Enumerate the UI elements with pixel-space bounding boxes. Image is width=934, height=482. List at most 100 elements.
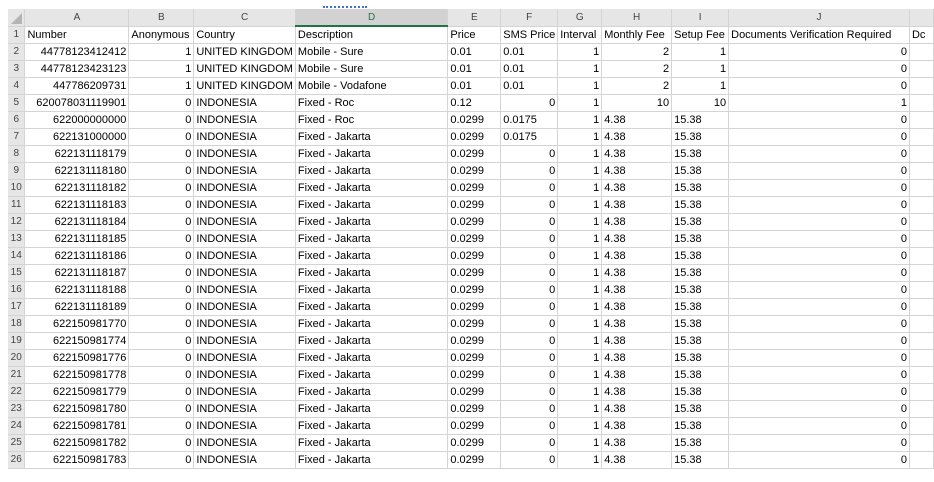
cell-country[interactable]: INDONESIA xyxy=(193,145,296,163)
cell-partial[interactable] xyxy=(909,213,934,231)
cell-monthly-fee[interactable]: 4.38 xyxy=(601,111,673,129)
cell-partial[interactable] xyxy=(909,128,934,146)
cell-monthly-fee[interactable]: 4.38 xyxy=(601,281,673,299)
cell-number[interactable]: 622000000000 xyxy=(24,111,130,129)
cell-country[interactable]: INDONESIA xyxy=(193,196,296,214)
row-header[interactable]: 15 xyxy=(8,264,26,282)
cell-setup-fee[interactable]: 15.38 xyxy=(671,332,730,350)
cell-partial[interactable] xyxy=(909,349,934,367)
cell-country[interactable]: INDONESIA xyxy=(193,281,296,299)
cell-description[interactable]: Fixed - Jakarta xyxy=(295,400,449,418)
cell-partial[interactable] xyxy=(909,451,934,469)
cell-number[interactable]: 622150981781 xyxy=(24,417,130,435)
row-header[interactable]: 7 xyxy=(8,128,26,146)
cell-sms-price[interactable]: 0.01 xyxy=(500,77,559,95)
cell-number[interactable]: 622150981776 xyxy=(24,349,130,367)
cell-documents-verification[interactable]: 0 xyxy=(728,264,910,282)
cell-price[interactable]: 0.0299 xyxy=(447,213,502,231)
cell-anonymous[interactable]: 0 xyxy=(128,128,195,146)
cell-number[interactable]: 622131118187 xyxy=(24,264,130,282)
cell-partial[interactable] xyxy=(909,366,934,384)
cell-documents-verification[interactable]: 0 xyxy=(728,77,910,95)
cell-anonymous[interactable]: 0 xyxy=(128,264,195,282)
cell-anonymous[interactable]: 0 xyxy=(128,451,195,469)
cell-anonymous[interactable]: 1 xyxy=(128,60,195,78)
cell-price[interactable]: 0.0299 xyxy=(447,281,502,299)
cell-anonymous[interactable]: 0 xyxy=(128,349,195,367)
cell-documents-verification[interactable]: 0 xyxy=(728,111,910,129)
cell-partial[interactable] xyxy=(909,43,934,61)
cell-setup-fee[interactable]: 15.38 xyxy=(671,162,730,180)
cell-documents-verification[interactable]: 0 xyxy=(728,383,910,401)
cell-interval[interactable]: 1 xyxy=(557,264,603,282)
row-header[interactable]: 3 xyxy=(8,60,26,78)
cell-setup-fee[interactable]: 15.38 xyxy=(671,298,730,316)
cell-number[interactable]: 447786209731 xyxy=(24,77,130,95)
column-header-b[interactable]: B xyxy=(128,9,195,27)
cell-interval[interactable]: 1 xyxy=(557,43,603,61)
cell-country[interactable]: UNITED KINGDOM xyxy=(193,77,296,95)
row-header[interactable]: 14 xyxy=(8,247,26,265)
row-header[interactable]: 18 xyxy=(8,315,26,333)
cell-description[interactable]: Fixed - Jakarta xyxy=(295,196,449,214)
row-header[interactable]: 12 xyxy=(8,213,26,231)
cell-documents-verification[interactable]: 0 xyxy=(728,230,910,248)
cell-anonymous[interactable]: 0 xyxy=(128,417,195,435)
cell-interval[interactable]: 1 xyxy=(557,60,603,78)
cell-number[interactable]: 622131118189 xyxy=(24,298,130,316)
row-header[interactable]: 17 xyxy=(8,298,26,316)
cell-number[interactable]: 622150981770 xyxy=(24,315,130,333)
cell-description[interactable]: Fixed - Jakarta xyxy=(295,230,449,248)
cell-anonymous[interactable]: 0 xyxy=(128,298,195,316)
cell-description[interactable]: Fixed - Jakarta xyxy=(295,213,449,231)
cell-monthly-fee[interactable]: 2 xyxy=(601,60,673,78)
cell-partial[interactable] xyxy=(909,264,934,282)
cell-number[interactable]: 622131118182 xyxy=(24,179,130,197)
row-header[interactable]: 8 xyxy=(8,145,26,163)
cell-setup-fee[interactable]: 15.38 xyxy=(671,434,730,452)
row-header[interactable]: 6 xyxy=(8,111,26,129)
cell-number[interactable]: 622131118180 xyxy=(24,162,130,180)
cell-price[interactable]: 0.0299 xyxy=(447,145,502,163)
cell-setup-fee[interactable]: 15.38 xyxy=(671,247,730,265)
cell-description[interactable]: Fixed - Jakarta xyxy=(295,264,449,282)
cell-documents-verification[interactable]: 0 xyxy=(728,281,910,299)
spreadsheet-grid[interactable]: A B C D E F G H I J 1 Number Anonymous C… xyxy=(8,9,934,469)
cell-monthly-fee[interactable]: 4.38 xyxy=(601,383,673,401)
cell-setup-fee[interactable]: 15.38 xyxy=(671,383,730,401)
cell-partial[interactable] xyxy=(909,145,934,163)
cell-documents-verification[interactable]: 1 xyxy=(728,94,910,112)
cell-monthly-fee[interactable]: 2 xyxy=(601,77,673,95)
column-header-d[interactable]: D xyxy=(295,9,449,27)
cell-documents-verification[interactable]: 0 xyxy=(728,400,910,418)
cell-partial[interactable] xyxy=(909,298,934,316)
cell-setup-fee-header[interactable]: Setup Fee xyxy=(671,26,730,44)
cell-interval[interactable]: 1 xyxy=(557,213,603,231)
cell-partial[interactable] xyxy=(909,417,934,435)
column-header-j[interactable]: J xyxy=(728,9,910,27)
cell-documents-verification[interactable]: 0 xyxy=(728,162,910,180)
cell-description[interactable]: Mobile - Sure xyxy=(295,60,449,78)
cell-country[interactable]: INDONESIA xyxy=(193,366,296,384)
cell-documents-verification[interactable]: 0 xyxy=(728,43,910,61)
cell-price[interactable]: 0.0299 xyxy=(447,400,502,418)
cell-country[interactable]: INDONESIA xyxy=(193,230,296,248)
cell-anonymous-header[interactable]: Anonymous xyxy=(128,26,195,44)
cell-description[interactable]: Fixed - Jakarta xyxy=(295,298,449,316)
cell-country[interactable]: INDONESIA xyxy=(193,332,296,350)
cell-sms-price[interactable]: 0 xyxy=(500,196,559,214)
cell-description[interactable]: Fixed - Jakarta xyxy=(295,451,449,469)
cell-sms-price[interactable]: 0 xyxy=(500,179,559,197)
cell-monthly-fee[interactable]: 10 xyxy=(601,94,673,112)
cell-sms-price[interactable]: 0 xyxy=(500,417,559,435)
column-header-a[interactable]: A xyxy=(24,9,130,27)
cell-documents-verification[interactable]: 0 xyxy=(728,247,910,265)
cell-interval[interactable]: 1 xyxy=(557,366,603,384)
cell-sms-price[interactable]: 0 xyxy=(500,213,559,231)
cell-partial[interactable] xyxy=(909,434,934,452)
cell-price[interactable]: 0.01 xyxy=(447,43,502,61)
cell-setup-fee[interactable]: 15.38 xyxy=(671,366,730,384)
cell-partial[interactable] xyxy=(909,196,934,214)
cell-monthly-fee[interactable]: 4.38 xyxy=(601,298,673,316)
cell-anonymous[interactable]: 0 xyxy=(128,332,195,350)
